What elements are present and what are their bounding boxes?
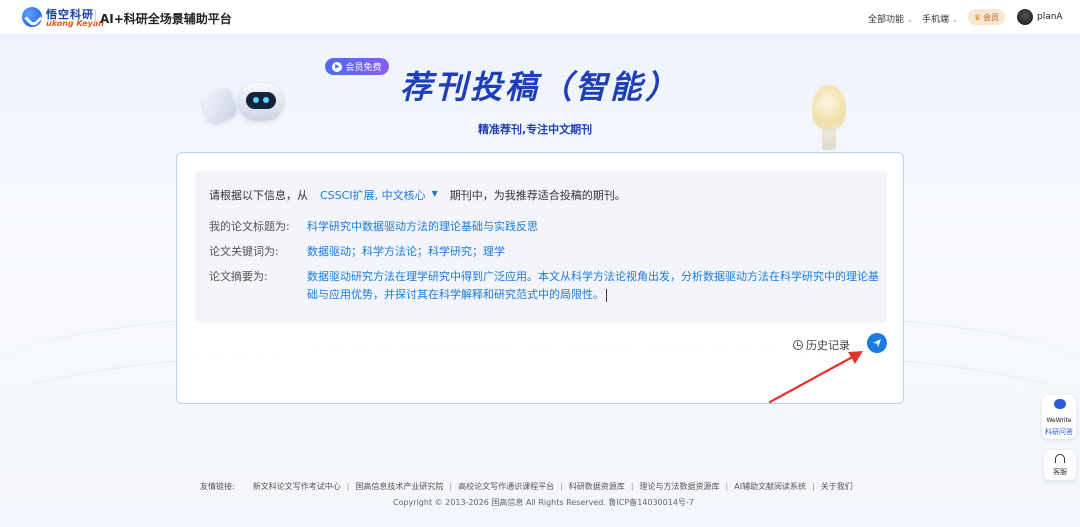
nav-all-features-label: 全部功能: [868, 15, 905, 25]
paper-plane-icon: [873, 339, 881, 347]
prompt-box: 请根据以下信息，从 CSSCI扩展, 中文核心 ▼ 期刊中，为我推荐适合投稿的期…: [195, 171, 887, 323]
lightbulb-illustration: [812, 85, 846, 130]
intro-line: 请根据以下信息，从 CSSCI扩展, 中文核心 ▼ 期刊中，为我推荐适合投稿的期…: [209, 187, 626, 203]
keywords-label: 论文关键词为:: [209, 245, 279, 258]
intro-suffix: 期刊中，为我推荐适合投稿的期刊。: [449, 189, 626, 202]
wewrite-label: WeWrite: [1046, 417, 1072, 424]
nav-all-features[interactable]: 全部功能 ⌄: [868, 12, 913, 25]
caret-down-icon[interactable]: ▼: [432, 189, 438, 205]
lightbulb-base: [822, 128, 836, 150]
customer-service-widget[interactable]: 客服: [1044, 450, 1076, 480]
send-button[interactable]: [867, 333, 887, 353]
page-title: 荐刊投稿（智能）: [400, 68, 681, 106]
robot-face: [246, 92, 276, 109]
robot-head-illustration: [239, 83, 283, 119]
title-input[interactable]: 科学研究中数据驱动方法的理论基础与实践反思: [307, 218, 538, 234]
play-icon: ▶: [332, 61, 343, 72]
footer-separator: |: [449, 482, 453, 491]
chevron-down-icon: ⌄: [952, 16, 958, 24]
vip-label: 会员: [983, 12, 1000, 22]
logo-divider: [95, 10, 96, 24]
footer-link[interactable]: 新文科论文写作考试中心: [253, 481, 341, 492]
footer-separator: |: [346, 482, 350, 491]
crown-icon: ♛: [973, 12, 982, 22]
abstract-text: 数据驱动研究方法在理学研究中得到广泛应用。本文从科学方法论视角出发，分析数据驱动…: [307, 270, 879, 301]
footer-link[interactable]: 关于我们: [821, 481, 853, 492]
footer-separator: |: [560, 482, 563, 491]
footer-link[interactable]: 科研数据资源库: [569, 481, 625, 492]
robot-eye: [253, 97, 259, 103]
member-free-label: 会员免费: [345, 63, 382, 73]
abstract-label: 论文摘要为:: [209, 270, 268, 283]
abstract-input[interactable]: 数据驱动研究方法在理学研究中得到广泛应用。本文从科学方法论视角出发，分析数据驱动…: [307, 268, 879, 304]
wewrite-widget[interactable]: WeWrite 科研问答: [1042, 395, 1076, 439]
footer-separator: |: [630, 482, 634, 491]
text-cursor: [606, 288, 607, 302]
journal-type-select[interactable]: CSSCI扩展, 中文核心: [320, 187, 426, 203]
wukong-logo-icon[interactable]: [22, 7, 42, 27]
vip-badge[interactable]: ♛ 会员: [968, 9, 1005, 25]
footer-link[interactable]: 理论与方法数据资源库: [640, 481, 720, 492]
footer-separator: |: [812, 482, 815, 491]
nav-mobile-label: 手机端: [922, 15, 950, 25]
copyright: Copyright © 2013-2026 国高信息 All Rights Re…: [393, 498, 694, 507]
title-label: 我的论文标题为:: [209, 220, 290, 233]
footer-link[interactable]: 高校论文写作通识课程平台: [458, 481, 554, 492]
annotation-arrow: [768, 351, 863, 404]
nav-mobile[interactable]: 手机端 ⌄: [922, 12, 958, 25]
footer-links-label: 友情链接:: [200, 482, 235, 491]
keywords-input[interactable]: 数据驱动；科学方法论；科学研究；理学: [307, 243, 505, 259]
footer-link[interactable]: 国高信息技术产业研究院: [355, 481, 443, 492]
wewrite-sublabel: 科研问答: [1045, 428, 1073, 436]
wewrite-chat-icon: [1054, 399, 1066, 409]
footer-separator: |: [725, 482, 729, 491]
intro-prefix: 请根据以下信息，从: [209, 189, 308, 202]
robot-eye: [263, 97, 269, 103]
top-navigation-bar: 悟空科研 ukong Keyan AI+科研全场景辅助平台 全部功能 ⌄ 手机端 ⌄…: [0, 0, 1080, 35]
user-avatar[interactable]: [1017, 9, 1033, 25]
page-subtitle: 精准荐刊,专注中文期刊: [478, 123, 593, 136]
app-title: AI+科研全场景辅助平台: [100, 12, 232, 26]
username[interactable]: planA: [1037, 12, 1063, 22]
headset-icon: [1055, 454, 1065, 463]
footer-links: 友情链接: 新文科论文写作考试中心 | 国高信息技术产业研究院 | 高校论文写作通识…: [200, 481, 859, 492]
chevron-down-icon: ⌄: [907, 16, 913, 24]
member-free-tag: ▶ 会员免费: [325, 58, 389, 75]
customer-service-label: 客服: [1053, 468, 1067, 476]
footer-link[interactable]: AI辅助文献阅读系统: [734, 481, 806, 492]
